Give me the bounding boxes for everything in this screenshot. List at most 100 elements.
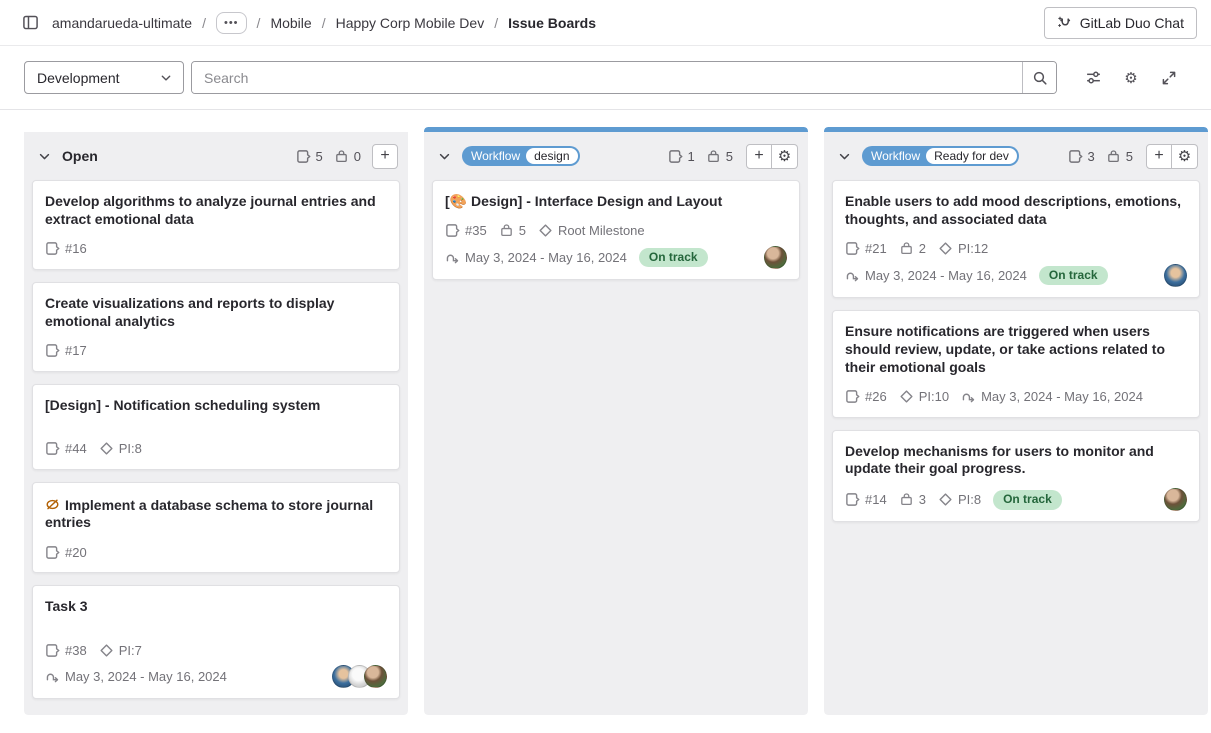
board-column-workflow-design: Workflow design 1 5 + ⚙ [🎨 Design] - Int <box>424 127 808 715</box>
weight-icon <box>899 492 914 507</box>
weight-count: 0 <box>354 149 361 164</box>
weight-count: 5 <box>1126 149 1133 164</box>
list-settings-button[interactable]: ⚙ <box>1172 144 1198 169</box>
issue-type-icon <box>845 492 860 507</box>
issue-title[interactable]: Task 3 <box>45 598 387 616</box>
column-header: Workflow design 1 5 + ⚙ <box>432 132 800 180</box>
assignee-avatar[interactable] <box>364 665 387 688</box>
collapse-column-button[interactable] <box>34 146 54 166</box>
issue-card[interactable]: [Design] - Notification scheduling syste… <box>32 384 400 470</box>
issue-title[interactable]: Implement a database schema to store jou… <box>45 495 387 533</box>
issue-weight: 2 <box>919 241 926 256</box>
issue-id: #26 <box>865 389 887 404</box>
weight-icon <box>899 241 914 256</box>
board-switcher-dropdown[interactable]: Development <box>24 61 184 94</box>
issue-id: #16 <box>65 241 87 256</box>
iteration-diamond-icon <box>99 643 114 658</box>
duo-chat-label: GitLab Duo Chat <box>1080 15 1184 31</box>
filtered-search <box>191 61 1057 94</box>
label-scope: Workflow <box>462 150 526 162</box>
issue-title[interactable]: Develop mechanisms for users to monitor … <box>845 443 1187 479</box>
health-status-badge: On track <box>1039 266 1108 286</box>
breadcrumb-current-page: Issue Boards <box>508 15 596 31</box>
issue-card[interactable]: [🎨 Design] - Interface Design and Layout… <box>432 180 800 280</box>
issue-type-icon <box>45 643 60 658</box>
issue-title[interactable]: Create visualizations and reports to dis… <box>45 295 387 331</box>
iteration-diamond-icon <box>99 441 114 456</box>
chevron-down-icon <box>837 149 852 164</box>
issue-card[interactable]: Task 3 #38 PI:7 May 3, 2024 - May 16, 20… <box>32 585 400 699</box>
column-stats: 3 5 + ⚙ <box>1068 144 1198 169</box>
label-value: design <box>526 148 577 164</box>
add-issue-button[interactable]: + <box>746 144 772 169</box>
breadcrumb-group[interactable]: amandarueda-ultimate <box>52 15 192 31</box>
column-header: Workflow Ready for dev 3 5 + ⚙ <box>832 132 1200 180</box>
issue-card[interactable]: Implement a database schema to store jou… <box>32 482 400 574</box>
issue-id: #38 <box>65 643 87 658</box>
collapse-column-button[interactable] <box>434 146 454 166</box>
issue-card[interactable]: Ensure notifications are triggered when … <box>832 310 1200 418</box>
issue-title[interactable]: Enable users to add mood descriptions, e… <box>845 193 1187 229</box>
search-icon <box>1032 70 1048 86</box>
issue-card[interactable]: Develop mechanisms for users to monitor … <box>832 430 1200 523</box>
column-stats: 5 0 + <box>296 144 398 169</box>
gear-icon: ⚙ <box>778 149 791 164</box>
search-input[interactable] <box>192 62 1022 93</box>
search-button[interactable] <box>1022 62 1056 93</box>
collapse-column-button[interactable] <box>834 146 854 166</box>
iteration-diamond-icon <box>938 241 953 256</box>
column-scoped-label[interactable]: Workflow Ready for dev <box>862 146 1019 166</box>
iteration-label: PI:12 <box>958 241 988 256</box>
breadcrumb-ellipsis-button[interactable]: ••• <box>216 12 247 34</box>
column-scoped-label[interactable]: Workflow design <box>462 146 580 166</box>
issue-type-icon <box>845 241 860 256</box>
board-switcher-value: Development <box>37 70 120 86</box>
label-scope: Workflow <box>862 150 926 162</box>
iteration-dates-icon <box>45 669 60 684</box>
add-issue-button[interactable]: + <box>1146 144 1172 169</box>
iteration-dates: May 3, 2024 - May 16, 2024 <box>865 268 1027 283</box>
health-status-badge: On track <box>993 490 1062 510</box>
issue-id: #21 <box>865 241 887 256</box>
issue-board: Open 5 0 + Develop algorithms to analyze… <box>0 110 1211 715</box>
issue-title[interactable]: [🎨 Design] - Interface Design and Layout <box>445 193 787 211</box>
health-status-badge: On track <box>639 248 708 268</box>
issue-card[interactable]: Develop algorithms to analyze journal en… <box>32 180 400 270</box>
iteration-dates-icon <box>961 389 976 404</box>
issue-card[interactable]: Create visualizations and reports to dis… <box>32 282 400 372</box>
column-card-list: Enable users to add mood descriptions, e… <box>832 180 1200 522</box>
issue-title[interactable]: [Design] - Notification scheduling syste… <box>45 397 387 415</box>
issue-title[interactable]: Ensure notifications are triggered when … <box>845 323 1187 377</box>
assignee-avatar[interactable] <box>764 246 787 269</box>
issue-count-icon <box>296 149 311 164</box>
iteration-dates-icon <box>445 250 460 265</box>
chevron-down-icon <box>437 149 452 164</box>
issue-type-icon <box>45 343 60 358</box>
issue-title[interactable]: Develop algorithms to analyze journal en… <box>45 193 387 229</box>
issue-card[interactable]: Enable users to add mood descriptions, e… <box>832 180 1200 298</box>
assignee-avatar[interactable] <box>1164 488 1187 511</box>
assignee-avatar[interactable] <box>1164 264 1187 287</box>
iteration-label: PI:7 <box>119 643 142 658</box>
toggle-focus-sliders-button[interactable] <box>1079 64 1107 92</box>
breadcrumb-separator: / <box>494 15 498 31</box>
weight-icon <box>499 223 514 238</box>
list-settings-button[interactable]: ⚙ <box>772 144 798 169</box>
iteration-dates: May 3, 2024 - May 16, 2024 <box>981 389 1143 404</box>
iteration-label: PI:8 <box>119 441 142 456</box>
board-config-button[interactable]: ⚙ <box>1117 64 1145 92</box>
issue-id: #14 <box>865 492 887 507</box>
gear-icon: ⚙ <box>1178 149 1191 164</box>
breadcrumb-bar: amandarueda-ultimate / ••• / Mobile / Ha… <box>0 0 1211 46</box>
add-issue-button[interactable]: + <box>372 144 398 169</box>
breadcrumb-subgroup[interactable]: Mobile <box>270 15 311 31</box>
iteration-dates: May 3, 2024 - May 16, 2024 <box>65 669 227 684</box>
sidebar-toggle-button[interactable] <box>16 9 44 37</box>
column-card-list: Develop algorithms to analyze journal en… <box>32 180 400 699</box>
duo-chat-button[interactable]: GitLab Duo Chat <box>1044 7 1197 39</box>
breadcrumb-project[interactable]: Happy Corp Mobile Dev <box>336 15 485 31</box>
label-value: Ready for dev <box>926 148 1017 164</box>
fullscreen-button[interactable] <box>1155 64 1183 92</box>
iteration-diamond-icon <box>538 223 553 238</box>
weight-icon <box>334 149 349 164</box>
